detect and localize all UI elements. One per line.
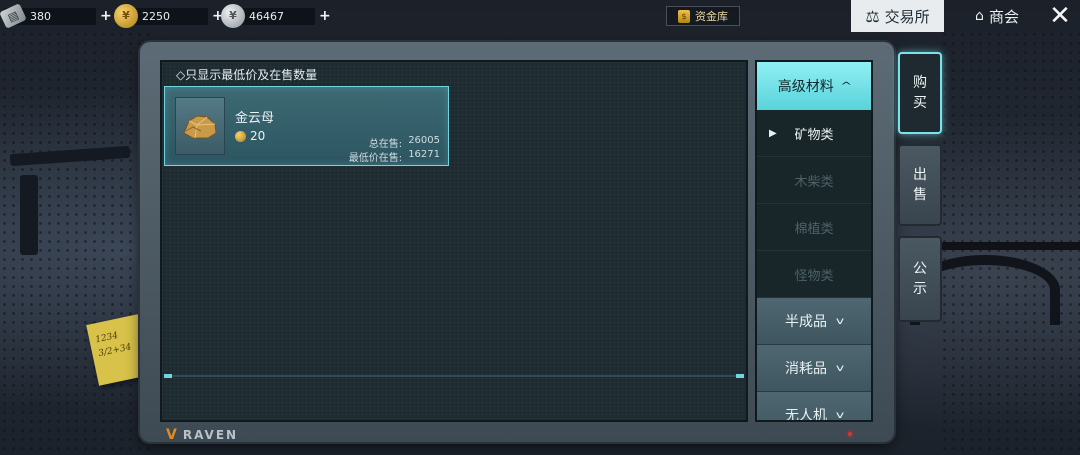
shop-icon: ⌂ (975, 8, 984, 24)
gold-coin-icon: ¥ (114, 3, 138, 28)
item-card[interactable]: 金云母 20 总在售: 26005 最低价在售: 16271 (164, 86, 449, 166)
category-panel: 高级材料 ^ ▶ 矿物类 木柴类 棉植类 怪物类 半成品 v 消耗品 v 无人机… (755, 60, 873, 422)
nav-shop-label: 商会 (988, 7, 1019, 26)
scroll-cap-right (736, 374, 744, 378)
category-header-label: 高级材料 (777, 79, 834, 95)
item-lowest-on-sale: 最低价在售: 16271 (349, 149, 440, 164)
gold-coin-icon (235, 130, 246, 142)
subcategory-cotton[interactable]: 棉植类 (757, 204, 871, 251)
category-header-advanced-materials[interactable]: 高级材料 ^ (757, 62, 871, 110)
subcategory-label: 怪物类 (794, 268, 834, 284)
stat-value: 26005 (408, 135, 440, 146)
currency-box: ¥ 2250 (114, 3, 208, 28)
currency-value: 2250 (142, 9, 170, 23)
nav-trade-label: 交易所 (884, 7, 930, 26)
item-price: 20 (235, 129, 265, 143)
category-label: 消耗品 (785, 361, 828, 377)
stat-label: 最低价在售: (348, 153, 403, 164)
category-label: 无人机 (785, 408, 828, 422)
currency-box: ¥ 46467 (221, 3, 315, 28)
background-rifle-stock (20, 175, 38, 255)
currency-value: 380 (30, 9, 51, 23)
currency-box: ▤ 380 (0, 2, 96, 29)
tab-sell-char: 售 (913, 187, 927, 203)
subcategory-wood[interactable]: 木柴类 (757, 157, 871, 204)
tab-buy-char: 购 (913, 75, 927, 91)
subcategory-label: 木柴类 (794, 174, 834, 190)
horizontal-scrollbar[interactable] (164, 374, 744, 378)
tab-notice-char: 公 (913, 261, 927, 277)
subcategory-minerals[interactable]: ▶ 矿物类 (757, 110, 871, 157)
nav-trade-tab[interactable]: ⚖ 交易所 (851, 0, 944, 32)
scroll-cap-left (164, 374, 172, 378)
tab-notice-char: 示 (913, 281, 927, 297)
item-thumbnail (175, 97, 225, 155)
background-shelf (930, 242, 1080, 250)
ticket-icon: ▤ (0, 2, 27, 29)
subcategory-monster[interactable]: 怪物类 (757, 251, 871, 298)
top-bar: ▤ 380 + ¥ 2250 + ¥ 46467 + $ 资金库 ⚖ 交易所 ⌂… (0, 0, 1080, 32)
brand-label: RAVEN (182, 428, 239, 442)
subcategory-label: 矿物类 (794, 127, 834, 143)
filter-toggle[interactable]: ◇只显示最低价及在售数量 (176, 66, 317, 83)
category-drones[interactable]: 无人机 v (757, 392, 871, 422)
stat-value: 16271 (408, 149, 440, 160)
item-price-value: 20 (250, 129, 266, 143)
status-led (848, 432, 852, 436)
currency-ticket: ▤ 380 + (0, 2, 112, 29)
chevron-down-icon: v (835, 409, 845, 421)
tab-notice[interactable]: 公 示 (898, 236, 942, 322)
tab-buy-char: 买 (913, 95, 927, 111)
stat-label: 总在售: (368, 139, 403, 150)
vault-label: 资金库 (695, 10, 728, 23)
category-consumables[interactable]: 消耗品 v (757, 345, 871, 392)
tab-sell-char: 出 (913, 167, 927, 183)
currency-value: 46467 (249, 9, 284, 23)
currency-gold: ¥ 2250 + (114, 3, 224, 28)
close-icon: ✕ (1049, 1, 1071, 31)
vault-icon: $ (678, 9, 690, 23)
vault-button[interactable]: $ 资金库 (666, 6, 740, 26)
currency-silver: ¥ 46467 + (221, 3, 331, 28)
scale-icon: ⚖ (865, 6, 880, 26)
add-ticket-button[interactable]: + (100, 8, 112, 24)
category-label: 半成品 (785, 314, 828, 330)
subcategory-label: 棉植类 (794, 221, 834, 237)
chevron-down-icon: v (835, 315, 845, 327)
silver-coin-icon: ¥ (221, 3, 245, 28)
add-silver-button[interactable]: + (319, 8, 331, 24)
category-semi-finished[interactable]: 半成品 v (757, 298, 871, 345)
raven-logo-icon: V (166, 427, 179, 443)
chevron-down-icon: v (835, 362, 845, 374)
tab-buy[interactable]: 购 买 (898, 52, 942, 134)
mineral-icon (183, 115, 217, 139)
brand-logo: V RAVEN (166, 427, 238, 443)
selected-indicator-icon: ▶ (769, 127, 777, 139)
item-total-on-sale: 总在售: 26005 (369, 135, 440, 150)
tab-sell[interactable]: 出 售 (898, 144, 942, 226)
close-button[interactable]: ✕ (1040, 0, 1080, 32)
chevron-up-icon: ^ (840, 80, 852, 92)
nav-shop-tab[interactable]: ⌂ 商会 (962, 0, 1032, 32)
item-name: 金云母 (235, 111, 275, 126)
